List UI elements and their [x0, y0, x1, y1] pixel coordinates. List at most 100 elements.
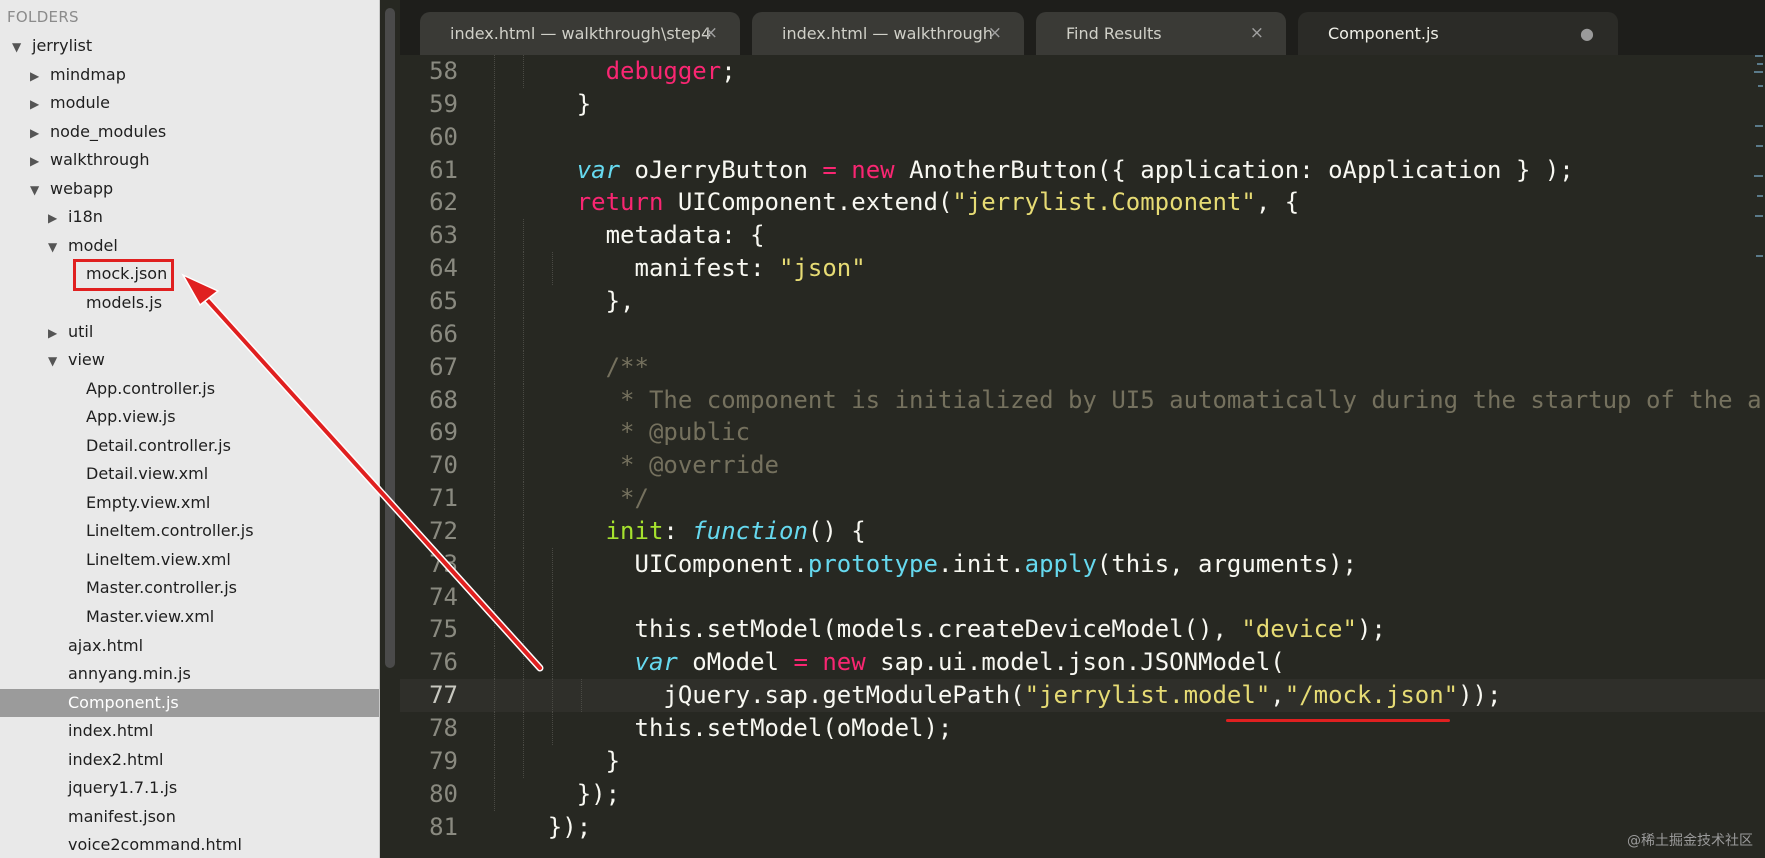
tree-item-app-controller-js[interactable]: App.controller.js: [0, 375, 379, 403]
code-line[interactable]: 66: [400, 317, 1765, 351]
line-number: 63: [429, 221, 458, 250]
code-line[interactable]: 77 jQuery.sap.getModulePath("jerrylist.m…: [400, 679, 1765, 713]
code-token: * @override: [490, 451, 779, 480]
code-line[interactable]: 71 */: [400, 482, 1765, 516]
code-token: });: [490, 779, 621, 808]
tree-item-models-js[interactable]: models.js: [0, 289, 379, 317]
tree-item-ajax-html[interactable]: ajax.html: [0, 632, 379, 660]
close-icon[interactable]: ×: [704, 12, 718, 55]
tree-item-index-html[interactable]: index.html: [0, 717, 379, 745]
collapsed-triangle-icon[interactable]: [48, 204, 62, 232]
code-line[interactable]: 69 * @public: [400, 416, 1765, 450]
code-token: }: [490, 89, 592, 118]
code-line[interactable]: 79 }: [400, 744, 1765, 778]
minimap[interactable]: [1753, 55, 1765, 305]
tree-item-manifest-json[interactable]: manifest.json: [0, 803, 379, 831]
tab-index-html-walkthrough-step4[interactable]: index.html — walkthrough\step4 ×: [420, 12, 740, 55]
tree-item-label: model: [68, 235, 118, 255]
code-line[interactable]: 81 });: [400, 811, 1765, 844]
tree-item-master-controller-js[interactable]: Master.controller.js: [0, 574, 379, 602]
collapsed-triangle-icon[interactable]: [30, 119, 44, 147]
tab-label: Find Results: [1066, 24, 1162, 43]
code-text: }: [490, 745, 620, 778]
code-token: });: [490, 812, 592, 841]
tab-label: index.html — walkthrough\step4: [450, 24, 712, 43]
code-line[interactable]: 76 var oModel = new sap.ui.model.json.JS…: [400, 646, 1765, 680]
tree-item-node-modules[interactable]: node_modules: [0, 118, 379, 147]
code-line[interactable]: 72 init: function() {: [400, 514, 1765, 548]
sidebar-scrollbar[interactable]: [385, 8, 395, 668]
code-line[interactable]: 64 manifest: "json": [400, 252, 1765, 286]
folders-header: FOLDERS: [7, 8, 79, 26]
tree-item-lineitem-view-xml[interactable]: LineItem.view.xml: [0, 546, 379, 574]
tree-item-label: Empty.view.xml: [86, 492, 211, 512]
tree-item-app-view-js[interactable]: App.view.js: [0, 403, 379, 431]
code-token: (this, arguments);: [1096, 549, 1357, 578]
code-area[interactable]: 58 debugger; 59 } 60 61 var oJerryButton = …: [400, 55, 1765, 858]
tree-item-empty-view-xml[interactable]: Empty.view.xml: [0, 489, 379, 517]
tree-item-label: Detail.controller.js: [86, 435, 231, 455]
code-token: ;: [721, 57, 736, 85]
tree-item-master-view-xml[interactable]: Master.view.xml: [0, 603, 379, 631]
tree-item-index2-html[interactable]: index2.html: [0, 746, 379, 774]
close-icon[interactable]: ×: [1250, 12, 1264, 55]
tab-bar: index.html — walkthrough\step4 × index.htm…: [400, 0, 1765, 55]
line-number: 60: [429, 122, 458, 151]
code-line[interactable]: 80 });: [400, 777, 1765, 811]
code-line[interactable]: 75 this.setModel(models.createDeviceMode…: [400, 613, 1765, 647]
code-line[interactable]: 74: [400, 580, 1765, 614]
code-editor[interactable]: index.html — walkthrough\step4 × index.htm…: [400, 0, 1765, 858]
tree-item-label: annyang.min.js: [68, 664, 191, 684]
code-line[interactable]: 67 /**: [400, 350, 1765, 384]
code-line[interactable]: 63 metadata: {: [400, 219, 1765, 253]
code-line[interactable]: 78 this.setModel(oModel);: [400, 712, 1765, 745]
code-line[interactable]: 62 return UIComponent.extend("jerrylist.…: [400, 186, 1765, 220]
tree-item-detail-controller-js[interactable]: Detail.controller.js: [0, 432, 379, 460]
tree-item-mindmap[interactable]: mindmap: [0, 61, 379, 90]
code-token: , {: [1255, 188, 1300, 217]
tree-item-label: index2.html: [68, 749, 164, 769]
code-line[interactable]: 68 * The component is initialized by UI5…: [400, 383, 1765, 417]
code-line[interactable]: 65 },: [400, 284, 1765, 318]
expanded-triangle-icon[interactable]: [48, 233, 62, 261]
line-number: 74: [429, 582, 458, 611]
tree-item-jquery1-7-1-js[interactable]: jquery1.7.1.js: [0, 774, 379, 802]
code-line[interactable]: 58 debugger;: [400, 55, 1765, 88]
unsaved-dot-icon[interactable]: ●: [1580, 12, 1594, 55]
tree-item-component-js[interactable]: Component.js: [0, 688, 379, 717]
collapsed-triangle-icon[interactable]: [30, 147, 44, 175]
tree-item-voice2command-html[interactable]: voice2command.html: [0, 831, 379, 858]
tree-item-lineitem-controller-js[interactable]: LineItem.controller.js: [0, 517, 379, 545]
collapsed-triangle-icon[interactable]: [30, 62, 44, 90]
tab-label: Component.js: [1328, 24, 1439, 43]
tree-item-view[interactable]: view: [0, 346, 379, 375]
code-line[interactable]: 59 }: [400, 87, 1765, 121]
tree-item-label: walkthrough: [50, 150, 150, 170]
tree-item-annyang-min-js[interactable]: annyang.min.js: [0, 660, 379, 688]
tab-find-results[interactable]: Find Results ×: [1036, 12, 1286, 55]
collapsed-triangle-icon[interactable]: [48, 319, 62, 347]
code-line[interactable]: 60: [400, 120, 1765, 154]
expanded-triangle-icon[interactable]: [30, 176, 44, 204]
tree-item-module[interactable]: module: [0, 89, 379, 118]
tree-item-mock-json[interactable]: mock.json: [0, 260, 379, 288]
code-line[interactable]: 70 * @override: [400, 449, 1765, 483]
tab-component-js[interactable]: Component.js ●: [1298, 12, 1618, 55]
expanded-triangle-icon[interactable]: [12, 33, 26, 61]
tree-item-model[interactable]: model: [0, 232, 379, 261]
tree-item-walkthrough[interactable]: walkthrough: [0, 146, 379, 175]
tree-item-jerrylist[interactable]: jerrylist: [0, 32, 379, 61]
tree-item-webapp[interactable]: webapp: [0, 175, 379, 204]
collapsed-triangle-icon[interactable]: [30, 90, 44, 118]
close-icon[interactable]: ×: [988, 12, 1002, 55]
tree-item-i18n[interactable]: i18n: [0, 203, 379, 232]
tab-index-html-walkthrough[interactable]: index.html — walkthrough ×: [752, 12, 1024, 55]
code-line[interactable]: 73 UIComponent.prototype.init.apply(this…: [400, 547, 1765, 581]
code-line[interactable]: 61 var oJerryButton = new AnotherButton(…: [400, 153, 1765, 187]
tree-item-detail-view-xml[interactable]: Detail.view.xml: [0, 460, 379, 488]
expanded-triangle-icon[interactable]: [48, 347, 62, 375]
tree-item-util[interactable]: util: [0, 318, 379, 347]
code-text: metadata: {: [490, 219, 765, 252]
